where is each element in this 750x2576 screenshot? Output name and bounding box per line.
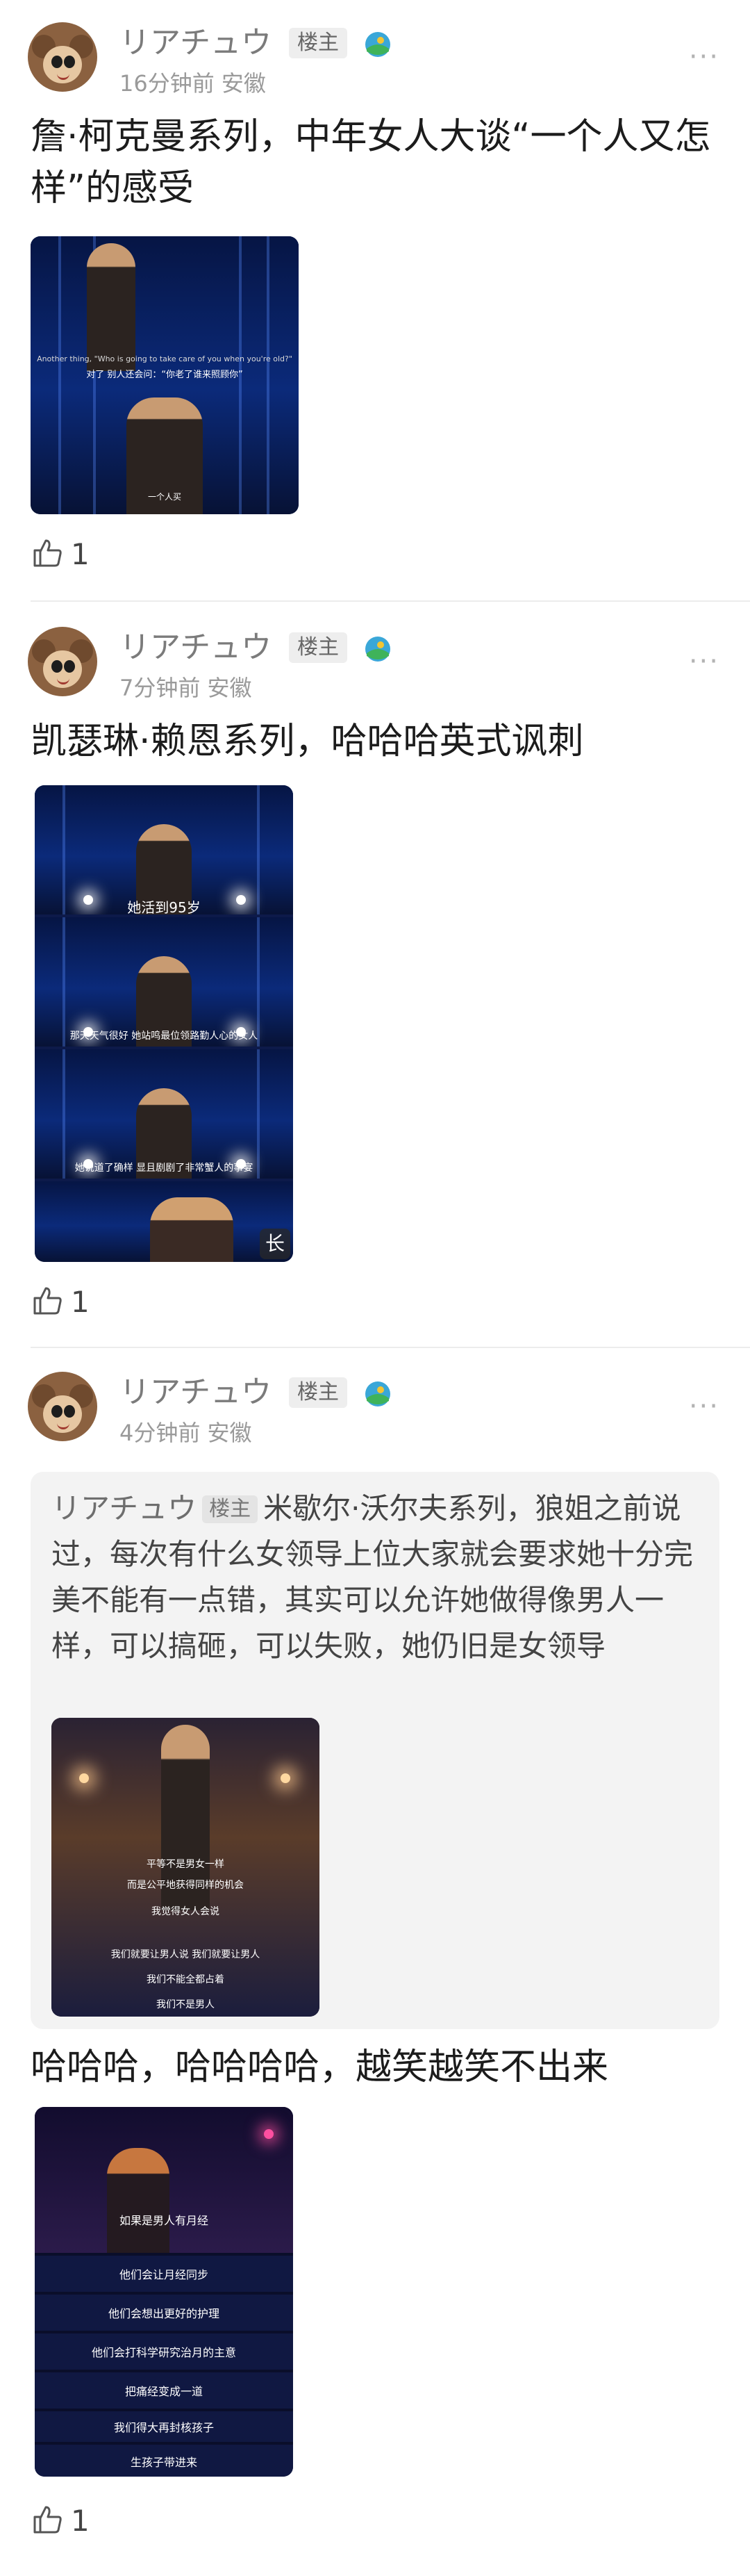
username[interactable]: リアチュウ [119, 25, 272, 61]
like-count: 1 [71, 537, 90, 571]
post-meta: 7分钟前 安徽 [119, 674, 252, 702]
post-time: 16分钟前 [119, 70, 215, 97]
subtitle-en: Another thing, "Who is going to take car… [37, 354, 292, 363]
username[interactable]: リアチュウ [119, 1375, 272, 1411]
like-count: 1 [71, 2504, 90, 2538]
post-image[interactable]: Another thing, "Who is going to take car… [31, 236, 299, 514]
subtitle-cn: 平等不是男女一样 [147, 1859, 224, 1870]
subtitle-cn: 他们会让月经同步 [119, 2268, 208, 2281]
subtitle-cn: 一个人买 [147, 492, 181, 502]
post-location: 安徽 [221, 70, 266, 97]
avatar[interactable] [28, 627, 97, 696]
username[interactable]: リアチュウ [119, 630, 272, 666]
post-1: リアチュウ 楼主 16分钟前 安徽 ··· 詹·柯克曼系列，中年女人大谈“一个人… [0, 0, 750, 603]
more-options-icon[interactable]: ··· [689, 648, 719, 675]
post-2: リアチュウ 楼主 7分钟前 安徽 ··· 凯瑟琳·赖恩系列，哈哈哈英式讽刺 她活… [0, 603, 750, 1348]
post-time: 7分钟前 [119, 675, 201, 701]
subtitle-cn: 如果是男人有月经 [119, 2214, 208, 2227]
post-long-image[interactable]: 如果是男人有月经 他们会让月经同步 他们会想出更好的护理 他们会打科学研究治月的… [35, 2107, 293, 2477]
thumbs-up-icon [33, 2506, 62, 2534]
owner-badge: 楼主 [289, 1377, 347, 1408]
post-time: 4分钟前 [119, 1420, 201, 1446]
subtitle-cn: 对了 别人还会问：“你老了谁来照顾你” [86, 370, 243, 380]
subtitle-cn: 而是公平地获得同样的机会 [127, 1880, 244, 1891]
avatar[interactable] [28, 22, 97, 92]
level-badge-icon [365, 637, 390, 662]
subtitle-cn: 我们不能全都占着 [147, 1974, 224, 1985]
level-badge-icon [365, 32, 390, 57]
like-count: 1 [71, 1285, 90, 1319]
post-text: 詹·柯克曼系列，中年女人大谈“一个人又怎样”的感受 [31, 116, 711, 209]
subtitle-cn: 我们就要让男人说 我们就要让男人 [110, 1949, 260, 1960]
subtitle-cn: 我们得大再封核孩子 [113, 2421, 214, 2434]
subtitle-cn: 他们会想出更好的护理 [108, 2307, 219, 2320]
quoted-post-image[interactable]: 平等不是男女一样 而是公平地获得同样的机会 我觉得女人会说 我们就要让男人说 我… [51, 1718, 319, 2017]
post-meta: 16分钟前 安徽 [119, 69, 266, 97]
subtitle-cn: 把痛经变成一道 [124, 2385, 203, 2398]
subtitle-cn: 那天天气很好 她站鸣最位领路勤人心的女人 [69, 1031, 258, 1042]
long-image-badge: 长 [260, 1229, 290, 1259]
thumbs-up-icon [33, 539, 62, 567]
thumbs-up-icon [33, 1287, 62, 1315]
subtitle-cn: 她活到95岁 [127, 899, 201, 914]
divider [31, 600, 750, 602]
more-options-icon[interactable]: ··· [689, 43, 719, 71]
level-badge-icon [365, 1381, 390, 1406]
post-text: 凯瑟琳·赖恩系列，哈哈哈英式讽刺 [31, 721, 584, 762]
subtitle-cn: 她说道了确样 显且剧剧了非常蟹人的事宴 [74, 1163, 253, 1174]
post-location: 安徽 [207, 1420, 252, 1446]
post-long-image[interactable]: 她活到95岁 那天天气很好 她站鸣最位领路勤人心的女人 她说道了确样 显且剧剧了… [35, 785, 293, 1262]
post-location: 安徽 [207, 675, 252, 701]
subtitle-cn: 他们会打科学研究治月的主意 [91, 2346, 236, 2359]
post-text: 哈哈哈，哈哈哈哈，越笑越笑不出来 [31, 2046, 609, 2088]
subtitle-cn: 我们不是男人 [156, 1999, 215, 2010]
quoted-post[interactable]: リアチュウ 楼主 米歇尔·沃尔夫系列，狼姐之前说过，每次有什么女领导上位大家就会要求… [31, 1472, 719, 2029]
subtitle-cn: 我觉得女人会说 [151, 1906, 219, 1917]
subtitle-cn: 生孩子带进来 [130, 2456, 197, 2469]
owner-badge: 楼主 [289, 28, 347, 58]
quoted-owner-badge: 楼主 [202, 1495, 258, 1523]
more-options-icon[interactable]: ··· [689, 1393, 719, 1420]
owner-badge: 楼主 [289, 632, 347, 663]
quoted-post-text-block: リアチュウ 楼主 米歇尔·沃尔夫系列，狼姐之前说过，每次有什么女领导上位大家就会要求… [51, 1486, 697, 1669]
quoted-username[interactable]: リアチュウ [51, 1491, 197, 1525]
post-meta: 4分钟前 安徽 [119, 1419, 252, 1447]
avatar[interactable] [28, 1372, 97, 1441]
